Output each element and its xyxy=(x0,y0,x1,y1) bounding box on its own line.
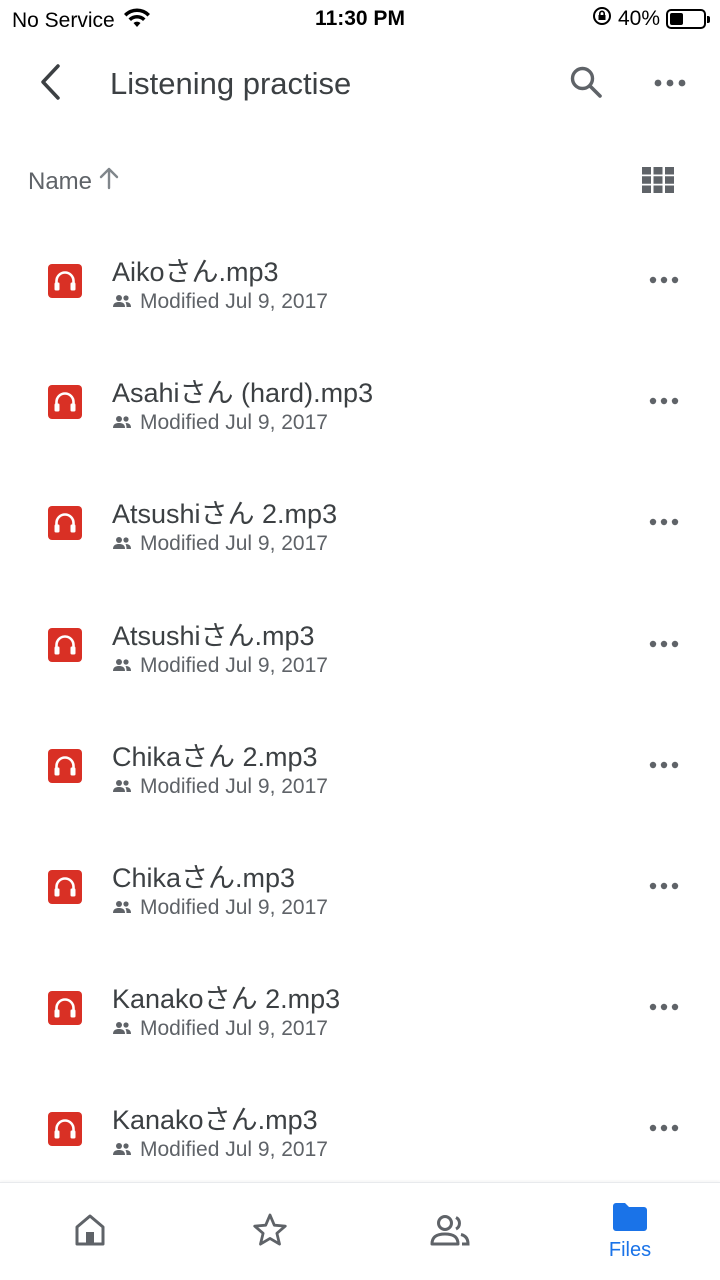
more-options-button[interactable] xyxy=(646,60,694,108)
file-name: Aikoさん.mp3 xyxy=(112,257,279,287)
shared-icon xyxy=(112,896,132,920)
file-meta: Modified Jul 9, 2017 xyxy=(112,1017,328,1041)
file-more-button[interactable] xyxy=(642,864,686,908)
file-name: Kanakoさん.mp3 xyxy=(112,1105,318,1136)
file-name: Atsushiさん 2.mp3 xyxy=(112,499,338,530)
file-modified-date: Modified Jul 9, 2017 xyxy=(140,774,328,798)
more-horizontal-icon xyxy=(654,75,686,93)
home-icon xyxy=(73,1213,107,1252)
sort-by-name-button[interactable]: Name xyxy=(28,166,120,197)
shared-icon xyxy=(112,290,132,314)
file-name: Chikaさん 2.mp3 xyxy=(112,741,318,772)
more-horizontal-icon xyxy=(649,877,679,895)
file-modified-date: Modified Jul 9, 2017 xyxy=(140,895,328,919)
file-more-button[interactable] xyxy=(642,500,686,544)
status-bar: No Service 11:30 PM 40% xyxy=(0,0,720,38)
shared-icon xyxy=(112,411,132,435)
file-modified-date: Modified Jul 9, 2017 xyxy=(140,653,328,677)
nav-files-label: Files xyxy=(608,1239,652,1261)
shared-icon xyxy=(112,654,132,678)
wifi-icon xyxy=(123,7,151,35)
shared-people-icon xyxy=(429,1214,471,1251)
file-name: Chikaさん.mp3 xyxy=(112,862,296,893)
search-icon xyxy=(569,65,603,104)
file-meta: Modified Jul 9, 2017 xyxy=(112,411,328,435)
grid-view-button[interactable] xyxy=(636,160,680,204)
file-more-button[interactable] xyxy=(642,743,686,787)
more-horizontal-icon xyxy=(649,513,679,531)
audio-file-icon xyxy=(48,627,82,662)
file-row[interactable]: Atsushiさん.mp3 Modified Jul 9, 2017 xyxy=(0,584,720,705)
file-name: Kanakoさん 2.mp3 xyxy=(112,984,341,1015)
more-horizontal-icon xyxy=(649,271,679,289)
audio-file-icon xyxy=(48,1112,82,1147)
file-meta: Modified Jul 9, 2017 xyxy=(112,532,328,556)
file-more-button[interactable] xyxy=(642,985,686,1029)
file-row[interactable]: Asahiさん (hard).mp3 Modified Jul 9, 2017 xyxy=(0,341,720,462)
bottom-navigation: Files xyxy=(0,1182,720,1280)
folder-icon xyxy=(611,1202,649,1237)
audio-file-icon xyxy=(48,748,82,783)
nav-files[interactable]: Files xyxy=(540,1183,720,1280)
more-horizontal-icon xyxy=(649,392,679,410)
more-horizontal-icon xyxy=(649,998,679,1016)
file-more-button[interactable] xyxy=(642,379,686,423)
file-meta: Modified Jul 9, 2017 xyxy=(112,1138,328,1162)
carrier-label: No Service xyxy=(12,9,115,32)
file-meta: Modified Jul 9, 2017 xyxy=(112,290,328,314)
arrow-up-icon xyxy=(98,166,120,197)
file-modified-date: Modified Jul 9, 2017 xyxy=(140,411,328,435)
battery-level xyxy=(670,13,683,25)
shared-icon xyxy=(112,1017,132,1041)
file-name: Atsushiさん.mp3 xyxy=(112,620,315,651)
file-more-button[interactable] xyxy=(642,622,686,666)
shared-icon xyxy=(112,775,132,799)
file-row[interactable]: Kanakoさん 2.mp3 Modified Jul 9, 2017 xyxy=(0,947,720,1068)
file-more-button[interactable] xyxy=(642,258,686,302)
file-row[interactable]: Chikaさん 2.mp3 Modified Jul 9, 2017 xyxy=(0,705,720,826)
shared-icon xyxy=(112,532,132,556)
audio-file-icon xyxy=(48,506,82,541)
more-horizontal-icon xyxy=(649,756,679,774)
back-button[interactable] xyxy=(26,60,74,108)
file-modified-date: Modified Jul 9, 2017 xyxy=(140,290,328,313)
star-icon xyxy=(252,1212,288,1253)
orientation-lock-icon xyxy=(592,6,612,32)
file-meta: Modified Jul 9, 2017 xyxy=(112,654,328,678)
grid-view-icon xyxy=(642,166,674,198)
search-button[interactable] xyxy=(562,60,610,108)
sort-label: Name xyxy=(28,167,93,195)
more-horizontal-icon xyxy=(649,635,679,653)
file-row[interactable]: Aikoさん.mp3 Modified Jul 9, 2017 xyxy=(0,220,720,341)
audio-file-icon xyxy=(48,385,82,420)
file-meta: Modified Jul 9, 2017 xyxy=(112,896,328,920)
battery-percent: 40% xyxy=(617,7,660,30)
app-bar: Listening practise xyxy=(0,44,720,124)
audio-file-icon xyxy=(48,869,82,904)
file-modified-date: Modified Jul 9, 2017 xyxy=(140,1138,328,1162)
file-row[interactable]: Atsushiさん 2.mp3 Modified Jul 9, 2017 xyxy=(0,462,720,583)
nav-home[interactable] xyxy=(0,1183,180,1280)
shared-icon xyxy=(112,1138,132,1162)
more-horizontal-icon xyxy=(649,1119,679,1137)
page-title: Listening practise xyxy=(110,66,352,101)
audio-file-icon xyxy=(48,991,82,1026)
file-more-button[interactable] xyxy=(642,1106,686,1150)
nav-shared[interactable] xyxy=(360,1183,540,1280)
file-list: Aikoさん.mp3 Modified Jul 9, 2017 Asahiさん … xyxy=(0,220,720,1190)
file-meta: Modified Jul 9, 2017 xyxy=(112,775,328,799)
battery-icon xyxy=(666,9,710,29)
file-modified-date: Modified Jul 9, 2017 xyxy=(140,1017,328,1041)
file-row[interactable]: Kanakoさん.mp3 Modified Jul 9, 2017 xyxy=(0,1068,720,1189)
nav-starred[interactable] xyxy=(180,1183,360,1280)
sort-bar: Name xyxy=(0,156,720,202)
audio-file-icon xyxy=(48,264,82,298)
file-row[interactable]: Chikaさん.mp3 Modified Jul 9, 2017 xyxy=(0,826,720,947)
file-modified-date: Modified Jul 9, 2017 xyxy=(140,532,328,556)
chevron-left-icon xyxy=(36,63,64,106)
file-name: Asahiさん (hard).mp3 xyxy=(112,378,374,409)
